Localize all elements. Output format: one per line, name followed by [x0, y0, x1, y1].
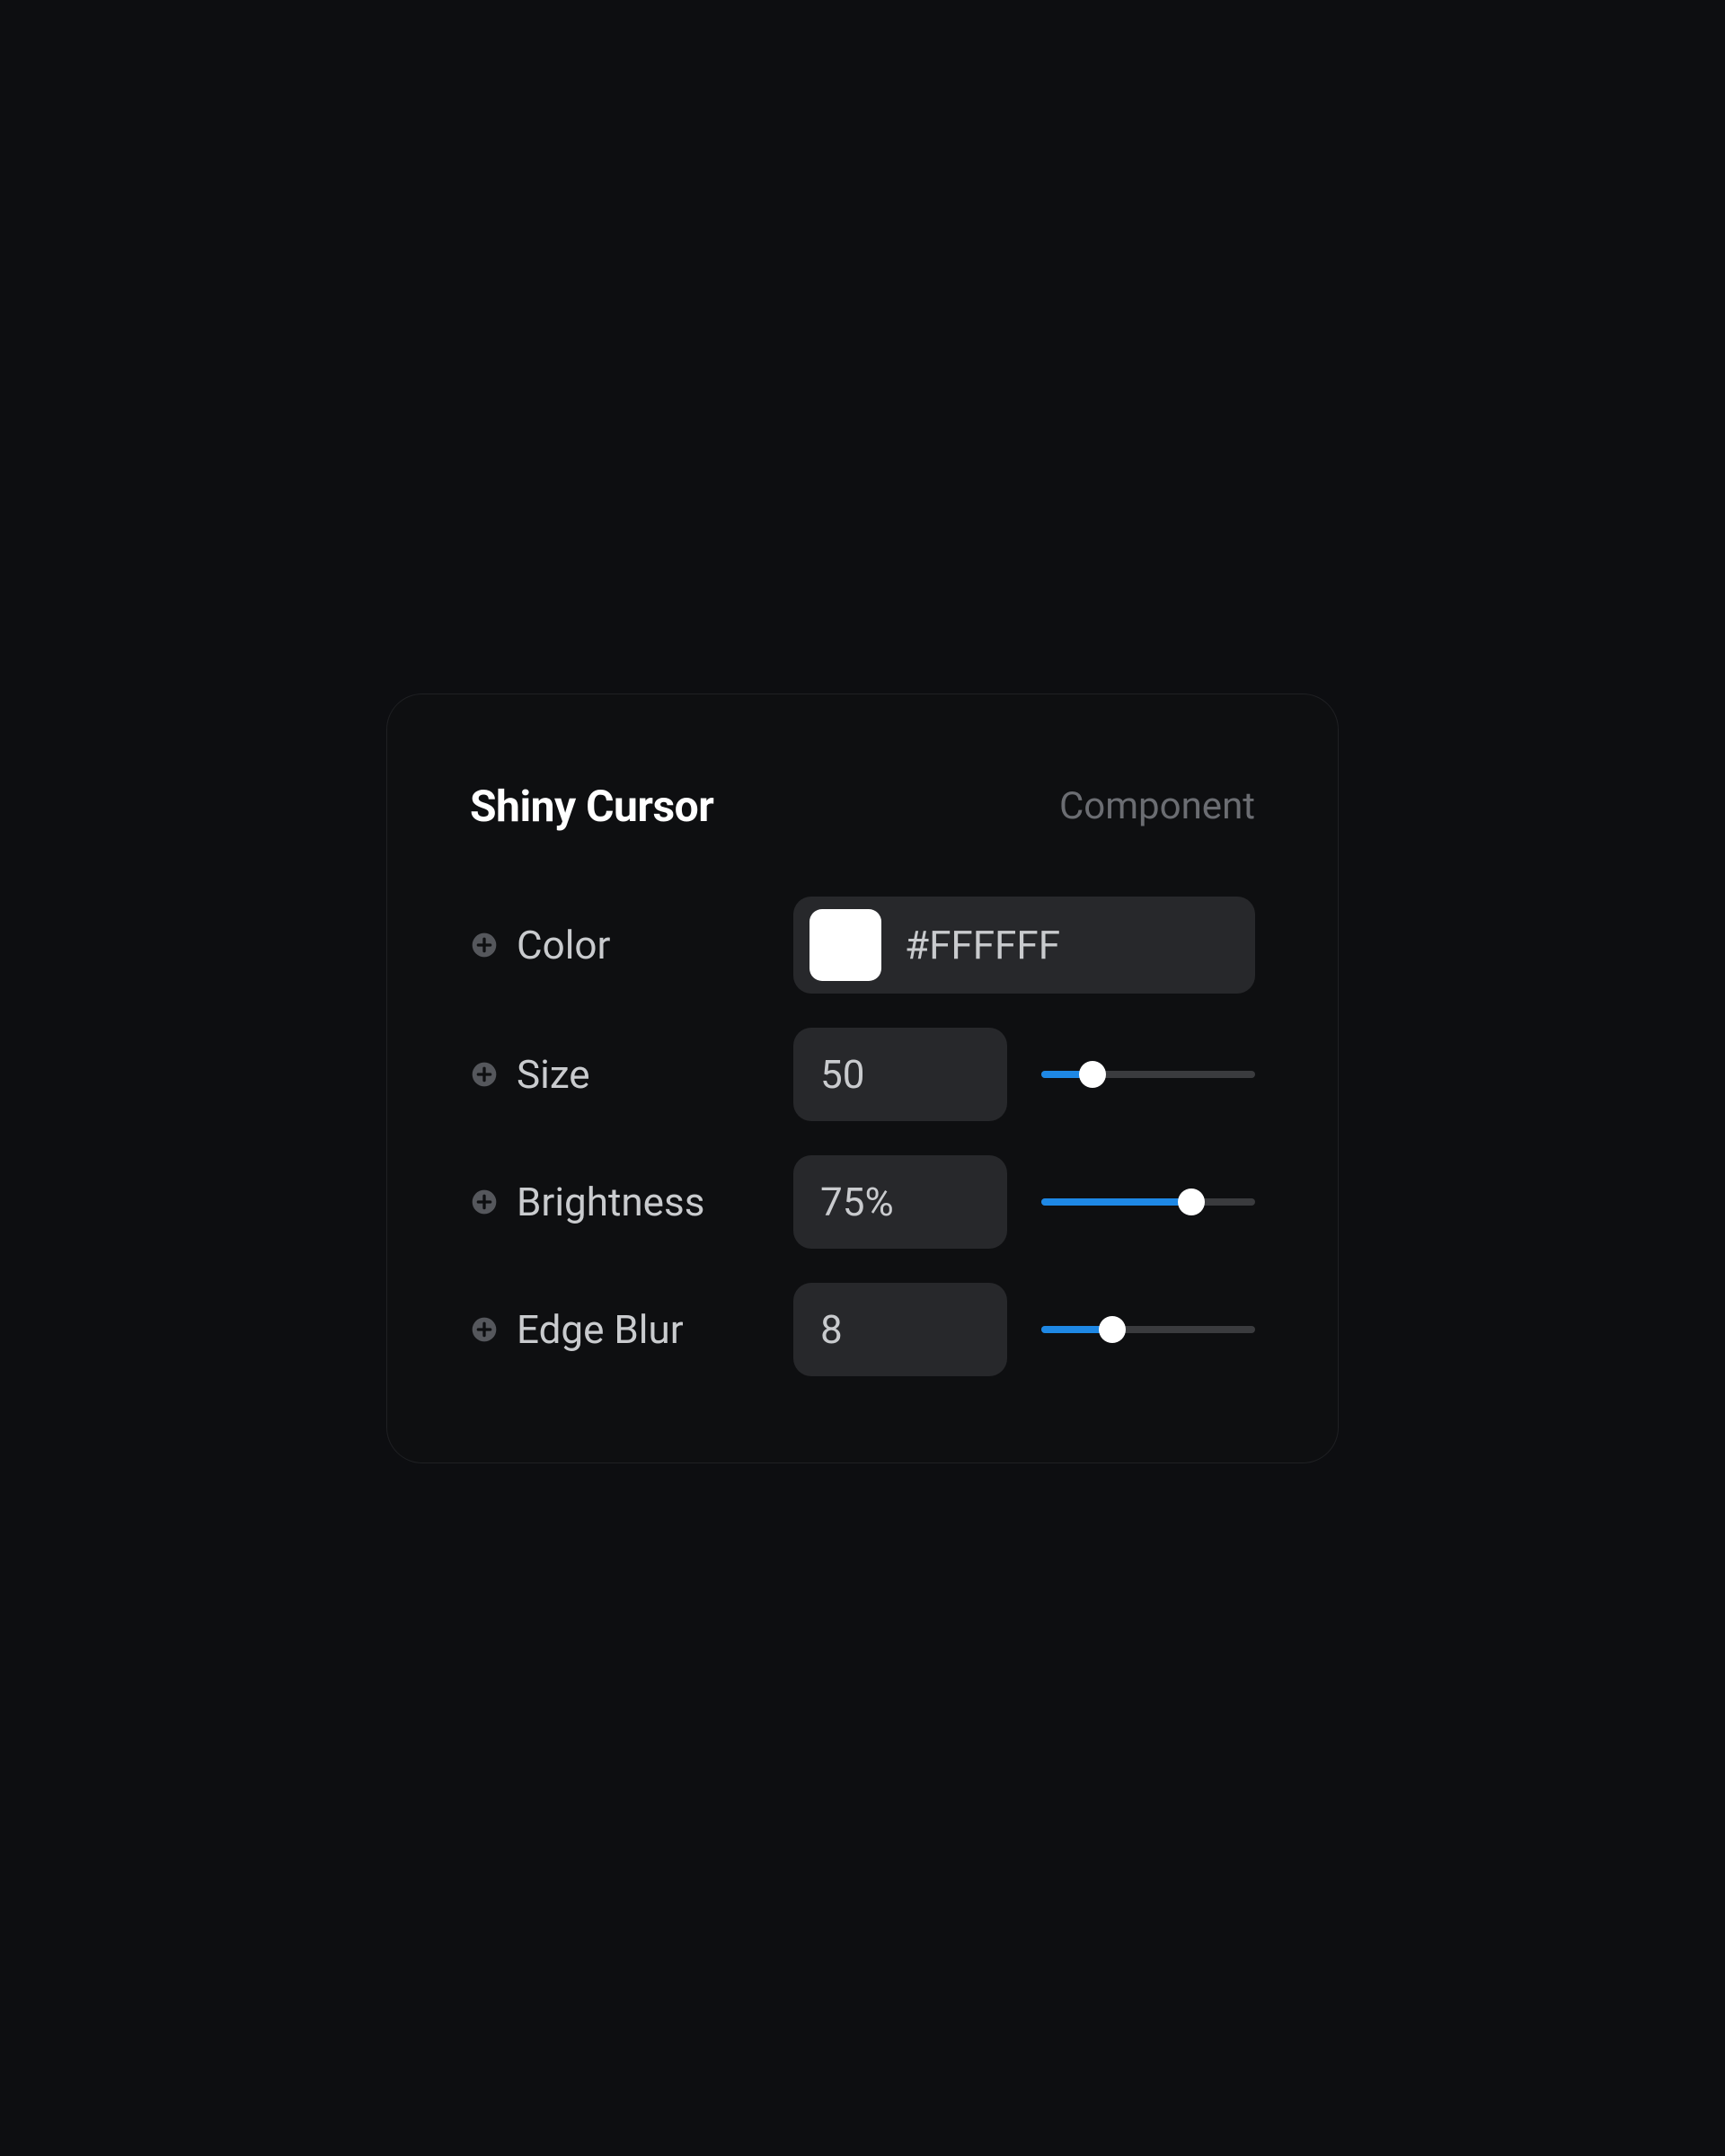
color-label: Color — [517, 922, 610, 968]
brightness-value: 75% — [820, 1179, 894, 1225]
size-label: Size — [517, 1051, 590, 1098]
edge-blur-value: 8 — [820, 1306, 843, 1353]
edge-blur-label: Edge Blur — [517, 1306, 684, 1353]
edge-blur-label-group: Edge Blur — [470, 1306, 793, 1353]
color-label-group: Color — [470, 922, 793, 968]
color-value: #FFFFFF — [905, 922, 1060, 968]
slider-fill — [1041, 1198, 1191, 1206]
color-field[interactable]: #FFFFFF — [793, 897, 1255, 994]
panel-header: Shiny Cursor Component — [470, 781, 1255, 832]
plus-circle-icon[interactable] — [470, 1315, 499, 1344]
plus-circle-icon[interactable] — [470, 1188, 499, 1216]
brightness-label-group: Brightness — [470, 1179, 793, 1225]
slider-thumb[interactable] — [1178, 1188, 1205, 1215]
brightness-slider[interactable] — [1041, 1198, 1255, 1206]
size-slider[interactable] — [1041, 1071, 1255, 1078]
edge-blur-slider[interactable] — [1041, 1326, 1255, 1333]
brightness-label: Brightness — [517, 1179, 704, 1225]
panel-subtitle: Component — [1059, 784, 1255, 828]
panel-title: Shiny Cursor — [470, 781, 713, 832]
size-input[interactable]: 50 — [793, 1028, 1007, 1121]
size-value: 50 — [820, 1051, 864, 1098]
edge-blur-row: Edge Blur 8 — [470, 1283, 1255, 1376]
properties-panel: Shiny Cursor Component Color #FFFFFF — [386, 694, 1339, 1463]
slider-thumb[interactable] — [1079, 1061, 1106, 1088]
color-swatch[interactable] — [809, 909, 881, 981]
plus-circle-icon[interactable] — [470, 931, 499, 959]
size-row: Size 50 — [470, 1028, 1255, 1121]
brightness-input[interactable]: 75% — [793, 1155, 1007, 1249]
brightness-row: Brightness 75% — [470, 1155, 1255, 1249]
edge-blur-input[interactable]: 8 — [793, 1283, 1007, 1376]
color-row: Color #FFFFFF — [470, 897, 1255, 994]
plus-circle-icon[interactable] — [470, 1060, 499, 1089]
size-label-group: Size — [470, 1051, 793, 1098]
slider-thumb[interactable] — [1099, 1316, 1126, 1343]
